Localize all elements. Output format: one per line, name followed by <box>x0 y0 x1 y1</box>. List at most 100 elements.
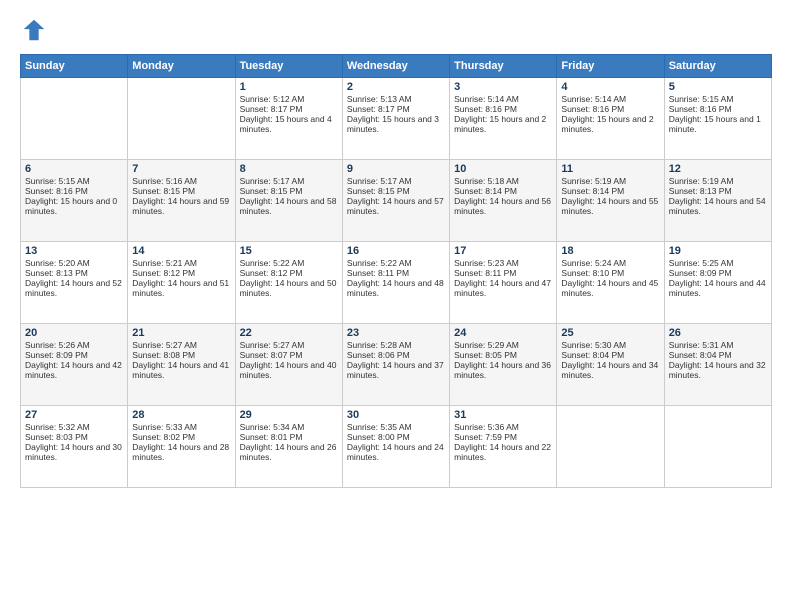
sunset-label: Sunset: 8:17 PM <box>240 104 303 114</box>
sunset-label: Sunset: 8:15 PM <box>240 186 303 196</box>
daylight-label: Daylight: 14 hours and 26 minutes. <box>240 442 337 462</box>
day-number: 2 <box>347 81 445 93</box>
weekday-header-row: SundayMondayTuesdayWednesdayThursdayFrid… <box>21 55 772 78</box>
sunrise-label: Sunrise: 5:28 AM <box>347 340 412 350</box>
sunrise-label: Sunrise: 5:29 AM <box>454 340 519 350</box>
day-number: 12 <box>669 163 767 175</box>
day-number: 18 <box>561 245 659 257</box>
calendar-cell: 16 Sunrise: 5:22 AM Sunset: 8:11 PM Dayl… <box>342 242 449 324</box>
calendar-cell <box>128 78 235 160</box>
daylight-label: Daylight: 14 hours and 34 minutes. <box>561 360 658 380</box>
day-number: 25 <box>561 327 659 339</box>
calendar-cell: 10 Sunrise: 5:18 AM Sunset: 8:14 PM Dayl… <box>450 160 557 242</box>
sunset-label: Sunset: 8:16 PM <box>454 104 517 114</box>
daylight-label: Daylight: 14 hours and 51 minutes. <box>132 278 229 298</box>
sunrise-label: Sunrise: 5:26 AM <box>25 340 90 350</box>
sunset-label: Sunset: 8:01 PM <box>240 432 303 442</box>
sunset-label: Sunset: 8:02 PM <box>132 432 195 442</box>
daylight-label: Daylight: 15 hours and 0 minutes. <box>25 196 117 216</box>
day-number: 20 <box>25 327 123 339</box>
sunrise-label: Sunrise: 5:17 AM <box>347 176 412 186</box>
weekday-header-sunday: Sunday <box>21 55 128 78</box>
daylight-label: Daylight: 14 hours and 37 minutes. <box>347 360 444 380</box>
day-number: 14 <box>132 245 230 257</box>
daylight-label: Daylight: 15 hours and 2 minutes. <box>454 114 546 134</box>
day-number: 21 <box>132 327 230 339</box>
daylight-label: Daylight: 14 hours and 55 minutes. <box>561 196 658 216</box>
weekday-header-thursday: Thursday <box>450 55 557 78</box>
sunset-label: Sunset: 8:10 PM <box>561 268 624 278</box>
calendar-cell: 31 Sunrise: 5:36 AM Sunset: 7:59 PM Dayl… <box>450 406 557 488</box>
sunrise-label: Sunrise: 5:12 AM <box>240 94 305 104</box>
daylight-label: Daylight: 14 hours and 59 minutes. <box>132 196 229 216</box>
day-number: 19 <box>669 245 767 257</box>
daylight-label: Daylight: 14 hours and 47 minutes. <box>454 278 551 298</box>
sunset-label: Sunset: 7:59 PM <box>454 432 517 442</box>
sunset-label: Sunset: 8:04 PM <box>669 350 732 360</box>
day-number: 1 <box>240 81 338 93</box>
sunrise-label: Sunrise: 5:32 AM <box>25 422 90 432</box>
sunrise-label: Sunrise: 5:35 AM <box>347 422 412 432</box>
sunrise-label: Sunrise: 5:19 AM <box>669 176 734 186</box>
logo-icon <box>20 16 48 44</box>
sunset-label: Sunset: 8:05 PM <box>454 350 517 360</box>
day-number: 29 <box>240 409 338 421</box>
sunrise-label: Sunrise: 5:34 AM <box>240 422 305 432</box>
sunrise-label: Sunrise: 5:16 AM <box>132 176 197 186</box>
sunset-label: Sunset: 8:14 PM <box>561 186 624 196</box>
sunset-label: Sunset: 8:15 PM <box>347 186 410 196</box>
daylight-label: Daylight: 14 hours and 36 minutes. <box>454 360 551 380</box>
daylight-label: Daylight: 14 hours and 28 minutes. <box>132 442 229 462</box>
calendar-cell: 23 Sunrise: 5:28 AM Sunset: 8:06 PM Dayl… <box>342 324 449 406</box>
daylight-label: Daylight: 14 hours and 45 minutes. <box>561 278 658 298</box>
calendar-cell: 4 Sunrise: 5:14 AM Sunset: 8:16 PM Dayli… <box>557 78 664 160</box>
weekday-header-friday: Friday <box>557 55 664 78</box>
calendar-cell: 9 Sunrise: 5:17 AM Sunset: 8:15 PM Dayli… <box>342 160 449 242</box>
sunset-label: Sunset: 8:03 PM <box>25 432 88 442</box>
day-number: 16 <box>347 245 445 257</box>
day-number: 5 <box>669 81 767 93</box>
logo <box>20 16 52 44</box>
weekday-header-monday: Monday <box>128 55 235 78</box>
calendar-cell: 7 Sunrise: 5:16 AM Sunset: 8:15 PM Dayli… <box>128 160 235 242</box>
day-number: 11 <box>561 163 659 175</box>
sunset-label: Sunset: 8:16 PM <box>561 104 624 114</box>
day-number: 30 <box>347 409 445 421</box>
sunrise-label: Sunrise: 5:14 AM <box>454 94 519 104</box>
calendar-cell: 11 Sunrise: 5:19 AM Sunset: 8:14 PM Dayl… <box>557 160 664 242</box>
calendar-cell: 28 Sunrise: 5:33 AM Sunset: 8:02 PM Dayl… <box>128 406 235 488</box>
daylight-label: Daylight: 15 hours and 1 minute. <box>669 114 761 134</box>
calendar-cell: 30 Sunrise: 5:35 AM Sunset: 8:00 PM Dayl… <box>342 406 449 488</box>
calendar-cell: 20 Sunrise: 5:26 AM Sunset: 8:09 PM Dayl… <box>21 324 128 406</box>
sunrise-label: Sunrise: 5:27 AM <box>240 340 305 350</box>
header <box>20 16 772 44</box>
sunset-label: Sunset: 8:12 PM <box>240 268 303 278</box>
sunset-label: Sunset: 8:16 PM <box>669 104 732 114</box>
daylight-label: Daylight: 14 hours and 22 minutes. <box>454 442 551 462</box>
sunrise-label: Sunrise: 5:33 AM <box>132 422 197 432</box>
sunset-label: Sunset: 8:13 PM <box>25 268 88 278</box>
daylight-label: Daylight: 14 hours and 50 minutes. <box>240 278 337 298</box>
daylight-label: Daylight: 14 hours and 42 minutes. <box>25 360 122 380</box>
sunset-label: Sunset: 8:09 PM <box>25 350 88 360</box>
sunset-label: Sunset: 8:04 PM <box>561 350 624 360</box>
sunset-label: Sunset: 8:06 PM <box>347 350 410 360</box>
day-number: 23 <box>347 327 445 339</box>
week-row-5: 27 Sunrise: 5:32 AM Sunset: 8:03 PM Dayl… <box>21 406 772 488</box>
calendar-cell: 8 Sunrise: 5:17 AM Sunset: 8:15 PM Dayli… <box>235 160 342 242</box>
sunset-label: Sunset: 8:09 PM <box>669 268 732 278</box>
daylight-label: Daylight: 15 hours and 3 minutes. <box>347 114 439 134</box>
sunrise-label: Sunrise: 5:19 AM <box>561 176 626 186</box>
calendar-cell: 5 Sunrise: 5:15 AM Sunset: 8:16 PM Dayli… <box>664 78 771 160</box>
day-number: 3 <box>454 81 552 93</box>
week-row-4: 20 Sunrise: 5:26 AM Sunset: 8:09 PM Dayl… <box>21 324 772 406</box>
calendar-cell <box>664 406 771 488</box>
day-number: 4 <box>561 81 659 93</box>
daylight-label: Daylight: 15 hours and 4 minutes. <box>240 114 332 134</box>
calendar-cell: 19 Sunrise: 5:25 AM Sunset: 8:09 PM Dayl… <box>664 242 771 324</box>
calendar-cell: 27 Sunrise: 5:32 AM Sunset: 8:03 PM Dayl… <box>21 406 128 488</box>
day-number: 13 <box>25 245 123 257</box>
calendar-cell: 17 Sunrise: 5:23 AM Sunset: 8:11 PM Dayl… <box>450 242 557 324</box>
day-number: 9 <box>347 163 445 175</box>
calendar-table: SundayMondayTuesdayWednesdayThursdayFrid… <box>20 54 772 488</box>
